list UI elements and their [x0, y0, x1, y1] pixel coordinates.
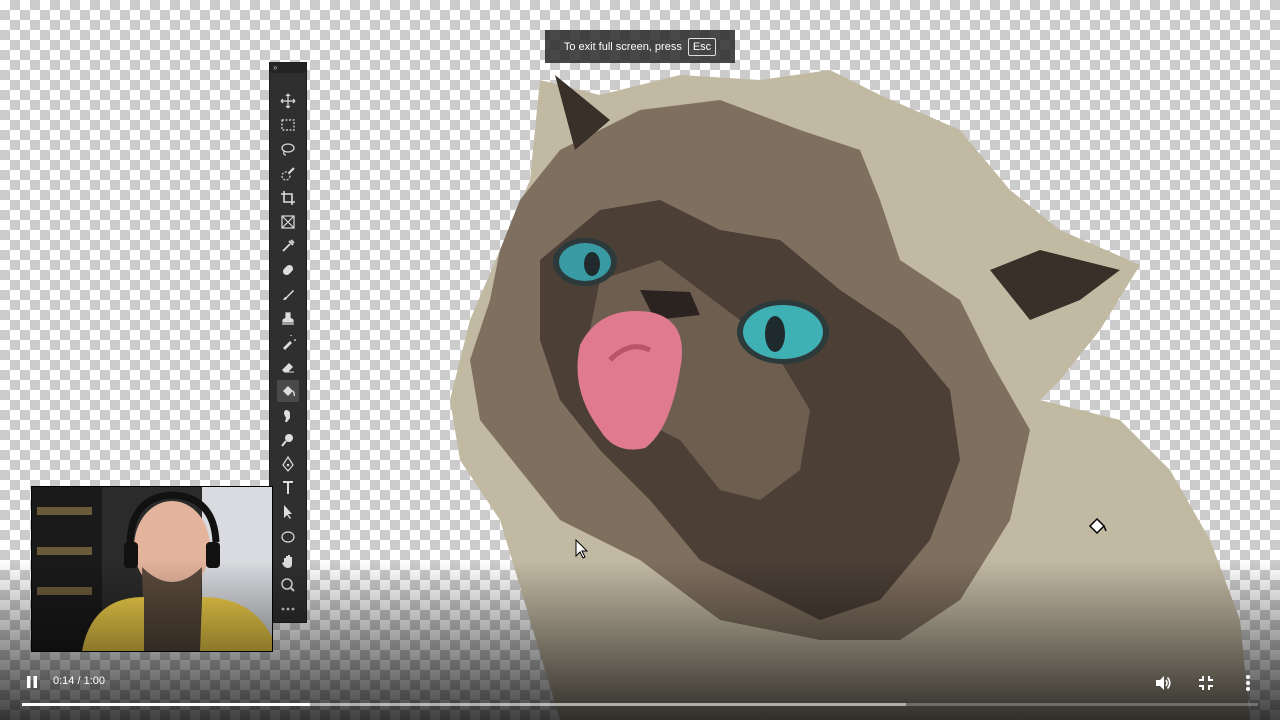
pause-icon [27, 676, 37, 688]
progress-played [22, 703, 311, 706]
time-display: 0:14 / 1:00 [53, 675, 105, 687]
hand-tool-icon [282, 554, 292, 568]
paint-bucket-tool-button[interactable] [277, 380, 299, 403]
esc-key-badge: Esc [687, 37, 717, 56]
more-options-icon [1246, 675, 1250, 691]
path-selection-tool-icon [284, 505, 292, 520]
lasso-tool-button[interactable] [277, 138, 299, 160]
eyedropper-tool-icon [282, 239, 295, 252]
rectangular-marquee-tool-icon [281, 119, 295, 131]
more-tools-button[interactable] [277, 598, 299, 620]
fullscreen-exit-notice: To exit full screen, press Esc [545, 30, 735, 63]
quick-selection-tool-button[interactable] [277, 163, 299, 185]
volume-icon [1156, 676, 1171, 690]
more-tools-icon [281, 607, 295, 611]
rectangular-marquee-tool-button[interactable] [277, 114, 299, 136]
clone-stamp-tool-icon [282, 312, 294, 325]
dodge-tool-button[interactable] [277, 429, 299, 451]
volume-button[interactable] [1152, 672, 1174, 694]
history-brush-tool-button[interactable] [277, 332, 299, 354]
type-tool-button[interactable] [277, 477, 299, 499]
paint-bucket-tool-icon [283, 386, 296, 397]
pause-button[interactable] [22, 672, 42, 692]
pen-tool-icon [282, 456, 294, 472]
eraser-tool-icon [282, 363, 294, 373]
history-brush-tool-icon [283, 335, 296, 350]
crop-tool-button[interactable] [277, 187, 299, 209]
exit-fullscreen-button[interactable] [1195, 672, 1217, 694]
brush-tool-icon [283, 289, 294, 300]
spot-healing-brush-tool-icon [282, 265, 294, 276]
tools-panel-grip[interactable]: » [270, 63, 306, 73]
exit-fullscreen-icon [1199, 676, 1213, 690]
move-tool-button[interactable] [277, 90, 299, 112]
lasso-tool-icon [281, 143, 295, 156]
frame-tool-button[interactable] [277, 211, 299, 233]
presenter-image [32, 487, 272, 651]
dodge-tool-icon [281, 433, 293, 447]
eraser-tool-button[interactable] [277, 356, 299, 378]
zoom-tool-icon [281, 578, 295, 592]
fullscreen-notice-text: To exit full screen, press [563, 40, 682, 53]
quick-selection-tool-icon [281, 166, 295, 181]
more-options-button[interactable] [1238, 672, 1258, 694]
frame-tool-icon [281, 215, 295, 229]
eyedropper-tool-button[interactable] [277, 235, 299, 257]
hand-tool-button[interactable] [277, 550, 299, 572]
ellipse-tool-button[interactable] [277, 526, 299, 548]
crop-tool-icon [281, 190, 295, 205]
move-tool-icon [280, 93, 296, 109]
type-tool-icon [283, 481, 293, 495]
path-selection-tool-button[interactable] [277, 501, 299, 523]
smudge-tool-button[interactable] [277, 405, 299, 427]
zoom-tool-button[interactable] [277, 574, 299, 596]
clone-stamp-tool-button[interactable] [277, 308, 299, 330]
ellipse-tool-icon [281, 530, 295, 543]
spot-healing-brush-tool-button[interactable] [277, 259, 299, 281]
tools-panel: » [269, 62, 307, 623]
brush-tool-button[interactable] [277, 284, 299, 306]
webcam-overlay [31, 486, 273, 652]
smudge-tool-icon [284, 409, 290, 422]
pen-tool-button[interactable] [277, 453, 299, 475]
progress-bar[interactable] [22, 703, 1258, 706]
